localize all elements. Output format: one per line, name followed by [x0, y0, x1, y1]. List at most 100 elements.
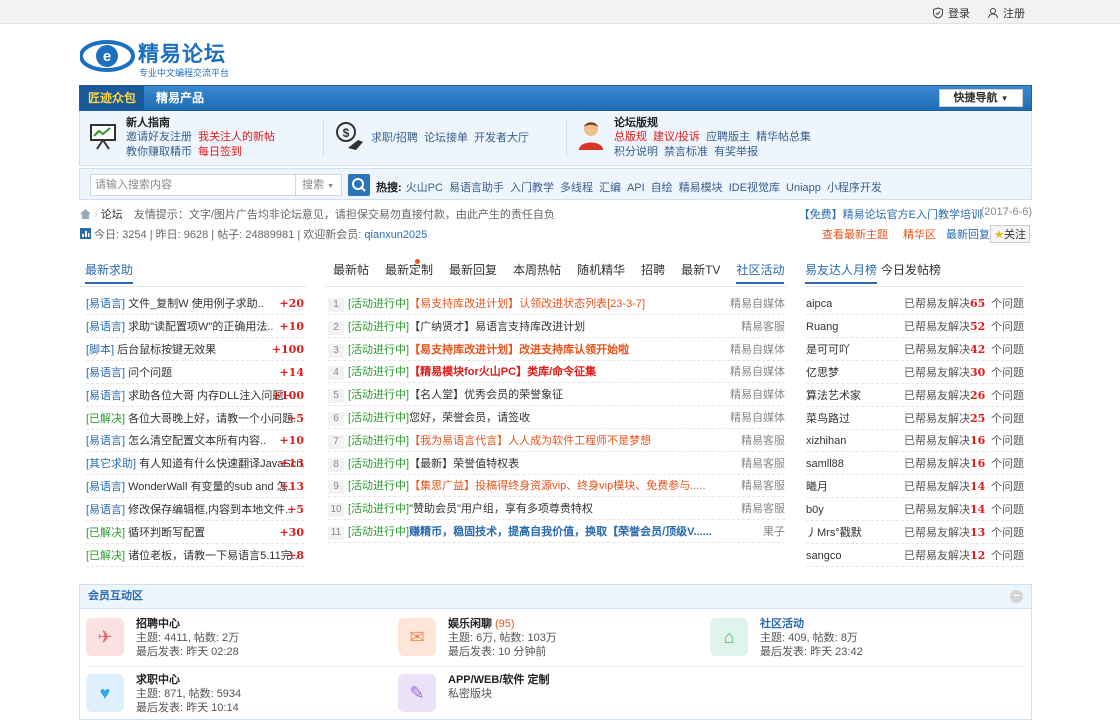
nav-tab-crowdsource[interactable]: 匠迹众包	[80, 86, 144, 110]
forum-name-text[interactable]: 求职中心	[136, 674, 180, 686]
activity-row[interactable]: 1 [活动进行中]【易支持库改进计划】认领改进状态列表[23-3-7] 精易自媒体	[328, 293, 785, 315]
forum-item[interactable]: ♥ 求职中心 主题: 871, 帖数: 5934 最后发表: 昨天 10:14	[86, 673, 241, 715]
activity-title[interactable]: 【集思广益】投稿得终身资源vip、终身vip模块、免费参与.....	[409, 480, 705, 492]
help-tag[interactable]: [易语言]	[86, 321, 125, 333]
latest-replies-link[interactable]: 最新回复	[946, 226, 990, 242]
hot-item[interactable]: 自绘	[651, 182, 673, 194]
mid-tab[interactable]: 随机精华	[577, 262, 625, 278]
essence-collection-link[interactable]: 精华帖总集	[756, 131, 811, 143]
help-title[interactable]: 修改保存编辑框,内容到本地文件..	[128, 504, 291, 516]
activity-row[interactable]: 11 [活动进行中]赚精币，稳固技术，提高自我价值，换取【荣誉会员/顶级V....…	[328, 521, 785, 543]
tab-today-rank[interactable]: 今日发帖榜	[881, 262, 941, 278]
user-name[interactable]: 是可可吖	[806, 344, 850, 356]
mid-tab[interactable]: 招聘	[641, 262, 665, 278]
help-tag[interactable]: [易语言]	[86, 298, 125, 310]
activity-author[interactable]: 果子	[763, 521, 785, 542]
mid-tab[interactable]: 最新帖	[333, 262, 369, 278]
help-tag[interactable]: [易语言]	[86, 435, 125, 447]
ad-link[interactable]: 【免费】精易论坛官方E入门教学培训	[799, 206, 982, 222]
activity-row[interactable]: 8 [活动进行中]【最新】荣誉值特权表 精易客服	[328, 453, 785, 475]
user-name[interactable]: samll88	[806, 458, 844, 470]
activity-tag[interactable]: [活动进行中]	[348, 435, 409, 447]
user-name[interactable]: 菜鸟路过	[806, 413, 850, 425]
report-link[interactable]: 有奖举报	[714, 146, 758, 158]
forum-name-text[interactable]: 娱乐闲聊	[448, 618, 492, 630]
user-name[interactable]: aipca	[806, 298, 832, 310]
help-tag[interactable]: [已解决]	[86, 550, 125, 562]
forum-name[interactable]: APP/WEB/软件 定制	[448, 673, 549, 687]
help-title[interactable]: 文件_复制W 使用例子求助..	[128, 298, 264, 310]
help-row[interactable]: [易语言] 问个问题 +14	[86, 362, 304, 384]
user-name[interactable]: Ruang	[806, 321, 838, 333]
activity-row[interactable]: 7 [活动进行中]【我为易语言代言】人人成为软件工程师不是梦想 精易客服	[328, 430, 785, 452]
hot-item[interactable]: 入门教学	[510, 182, 554, 194]
activity-title[interactable]: 【名人堂】优秀会员的荣誉象征	[409, 389, 563, 401]
help-row[interactable]: [脚本] 后台鼠标按键无效果 +100	[86, 339, 304, 361]
activity-author[interactable]: 精易客服	[741, 316, 785, 337]
help-tag[interactable]: [易语言]	[86, 481, 125, 493]
help-row[interactable]: [其它求助] 有人知道有什么快速翻译JavaScri.. +13	[86, 453, 304, 476]
activity-author[interactable]: 精易自媒体	[730, 293, 785, 314]
activity-tag[interactable]: [活动进行中]	[348, 389, 409, 401]
activity-tag[interactable]: [活动进行中]	[348, 458, 409, 470]
help-tag[interactable]: [脚本]	[86, 344, 114, 356]
dev-hall-link[interactable]: 开发者大厅	[474, 132, 529, 144]
activity-row[interactable]: 5 [活动进行中]【名人堂】优秀会员的荣誉象征 精易自媒体	[328, 384, 785, 407]
activity-title[interactable]: 【易支持库改进计划】改进支持库认领开始啦	[409, 344, 629, 356]
search-type-select[interactable]: 搜索 ▼	[296, 174, 342, 196]
invite-link[interactable]: 邀请好友注册	[126, 131, 192, 143]
help-row[interactable]: [易语言] 求助各位大哥 内存DLL注入问题~.. +100	[86, 385, 304, 407]
activity-author[interactable]: 精易自媒体	[730, 339, 785, 360]
home-icon[interactable]	[80, 209, 91, 219]
quick-nav-button[interactable]: 快捷导航 ▼	[939, 89, 1023, 107]
help-tag[interactable]: [易语言]	[86, 367, 125, 379]
tab-monthly-rank[interactable]: 易友达人月榜	[805, 262, 878, 284]
help-tag[interactable]: [其它求助]	[86, 458, 136, 470]
search-input[interactable]: 请输入搜索内容	[90, 174, 296, 196]
activity-author[interactable]: 精易自媒体	[730, 407, 785, 428]
help-title[interactable]: 求助各位大哥 内存DLL注入问题~..	[128, 390, 296, 402]
help-row[interactable]: [已解决] 循环判断写配置 +30	[86, 522, 304, 544]
activity-title[interactable]: 您好，荣誉会员，请签收	[409, 412, 530, 424]
feedback-link[interactable]: 建议/投诉	[653, 131, 700, 143]
help-row[interactable]: [已解决] 各位大哥晚上好，请教一个小问题.. +5	[86, 408, 304, 430]
tab-latest-help[interactable]: 最新求助	[85, 262, 134, 284]
earn-coins-link[interactable]: 教你赚取精币	[126, 146, 192, 158]
help-tag[interactable]: [已解决]	[86, 527, 125, 539]
help-title[interactable]: 问个问题	[128, 367, 172, 379]
activity-row[interactable]: 6 [活动进行中]您好，荣誉会员，请签收 精易自媒体	[328, 407, 785, 429]
help-tag[interactable]: [已解决]	[86, 413, 125, 425]
help-row[interactable]: [易语言] WonderWall 有变量的sub and 怎.. +13	[86, 476, 304, 499]
mid-tab[interactable]: 社区活动	[736, 262, 785, 284]
ban-standard-link[interactable]: 禁言标准	[664, 146, 708, 158]
help-row[interactable]: [易语言] 怎么清空配置文本所有内容.. +10	[86, 430, 304, 453]
forum-item[interactable]: ✎ APP/WEB/软件 定制 私密版块	[398, 673, 549, 712]
activity-title[interactable]: 【广纳贤才】易语言支持库改进计划	[409, 321, 585, 333]
hot-item[interactable]: 汇编	[599, 182, 621, 194]
user-name[interactable]: xizhihan	[806, 435, 846, 447]
forum-name-text[interactable]: APP/WEB/软件 定制	[448, 674, 549, 686]
user-name[interactable]: 曦月	[806, 481, 828, 493]
login-link[interactable]: 登录	[932, 5, 970, 21]
help-tag[interactable]: [易语言]	[86, 504, 125, 516]
activity-title[interactable]: 【我为易语言代言】人人成为软件工程师不是梦想	[409, 435, 651, 447]
activity-row[interactable]: 9 [活动进行中]【集思广益】投稿得终身资源vip、终身vip模块、免费参与...…	[328, 475, 785, 498]
forum-item[interactable]: ✉ 娱乐闲聊 (95) 主题: 6万, 帖数: 103万 最后发表: 10 分钟前	[398, 617, 557, 659]
points-info-link[interactable]: 积分说明	[614, 146, 658, 158]
activity-row[interactable]: 2 [活动进行中]【广纳贤才】易语言支持库改进计划 精易客服	[328, 316, 785, 338]
hot-item[interactable]: 小程序开发	[827, 182, 882, 194]
activity-title[interactable]: 【易支持库改进计划】认领改进状态列表[23-3-7]	[409, 298, 645, 310]
activity-tag[interactable]: [活动进行中]	[348, 344, 409, 356]
forum-name-text[interactable]: 社区活动	[760, 618, 804, 630]
user-name[interactable]: b0y	[806, 504, 824, 516]
hot-item[interactable]: 火山PC	[406, 182, 443, 194]
activity-title[interactable]: 赚精币，稳固技术，提高自我价值，换取【荣誉会员/顶级V......	[409, 526, 712, 538]
orders-link[interactable]: 论坛接单	[424, 132, 468, 144]
user-name[interactable]: sangco	[806, 550, 841, 562]
user-name[interactable]: 丿Mrs°戳默	[806, 527, 862, 539]
mid-tab[interactable]: 最新TV	[681, 262, 720, 278]
apply-moderator-link[interactable]: 应聘版主	[706, 131, 750, 143]
activity-author[interactable]: 精易客服	[741, 453, 785, 474]
mid-tab[interactable]: 最新回复	[449, 262, 497, 278]
help-row[interactable]: [已解决] 诸位老板，请教一下易语言5.11完.. +8	[86, 545, 304, 567]
